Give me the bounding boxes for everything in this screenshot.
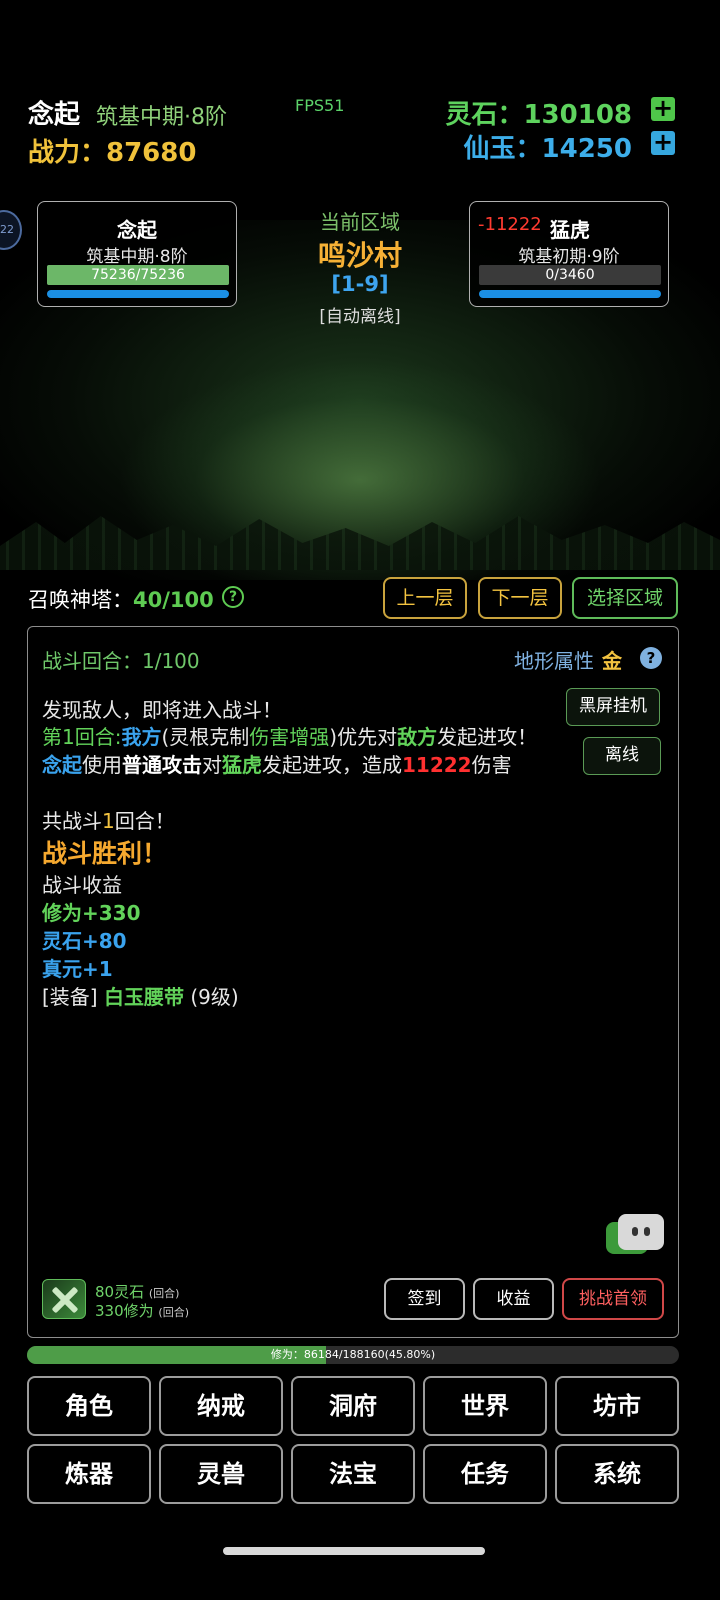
prev-floor-button[interactable]: 上一层	[383, 577, 467, 619]
log-reward-cultivation: 修为+330	[42, 901, 141, 925]
log-line-round-1: 第1回合:我方(灵根克制伤害增强)优先对敌方发起进攻！	[42, 721, 537, 750]
log-line-total-rounds: 共战斗1回合！	[42, 805, 175, 834]
player-name: 念起	[28, 100, 81, 130]
income-cultivation-per-round: 330修为 (回合)	[95, 1300, 189, 1321]
menu-world[interactable]: 世界	[423, 1376, 547, 1436]
challenge-boss-button[interactable]: 挑战首领	[562, 1278, 664, 1320]
terrain-value: 金	[602, 649, 622, 673]
add-immortal-jade-icon[interactable]: +	[651, 130, 675, 155]
offline-button[interactable]: 离线	[583, 737, 661, 775]
log-our-side: 我方	[121, 725, 162, 749]
log-round-label: 第1回合:	[42, 725, 122, 749]
home-indicator[interactable]	[223, 1547, 485, 1555]
menu-crafting[interactable]: 炼器	[27, 1444, 151, 1504]
scene-grass	[0, 516, 720, 570]
enemy-card-realm: 筑基初期·9阶	[518, 247, 620, 267]
income-sword-icon	[42, 1279, 86, 1319]
log-equip-level: (9级)	[190, 985, 239, 1009]
log-rewards-label: 战斗收益	[42, 873, 122, 897]
log-text: 使用	[82, 753, 122, 777]
log-text: 回合！	[114, 809, 175, 833]
summon-tower-title: 召唤神塔：	[28, 588, 133, 612]
log-equip-name: 白玉腰带	[103, 985, 184, 1009]
income-unit: (回合)	[148, 1287, 180, 1300]
immortal-jade-counter: 仙玉：14250	[463, 134, 632, 164]
enemy-card: -11222 猛虎 筑基初期·9阶 0/3460	[469, 201, 669, 307]
enemy-mp-bar	[479, 290, 661, 298]
terrain-help-icon[interactable]: ?	[640, 647, 662, 669]
log-reward-true-essence: 真元+1	[42, 957, 113, 981]
log-round-count: 1	[102, 809, 115, 833]
tower-help-icon[interactable]: ?	[222, 586, 244, 608]
earnings-button[interactable]: 收益	[473, 1278, 554, 1320]
log-reward-equipment: [装备] 白玉腰带 (9级)	[42, 981, 239, 1010]
enemy-card-name: 猛虎	[550, 218, 590, 242]
cultivation-progress-text: 修为：86184/188160(45.80%)	[270, 1348, 436, 1361]
log-text: 共战斗	[42, 809, 102, 833]
select-area-button[interactable]: 选择区域	[572, 577, 678, 619]
menu-magic-treasure[interactable]: 法宝	[291, 1444, 415, 1504]
menu-cave-dwelling[interactable]: 洞府	[291, 1376, 415, 1436]
menu-market[interactable]: 坊市	[555, 1376, 679, 1436]
log-line-attack: 念起使用普通攻击对猛虎发起进攻，造成11222伤害	[42, 749, 512, 778]
fps-counter: FPS51	[295, 96, 345, 115]
player-realm: 筑基中期·8阶	[96, 105, 227, 130]
add-spirit-stone-icon[interactable]: +	[651, 96, 675, 121]
cultivation-progress-bar: 修为：86184/188160(45.80%)	[27, 1346, 679, 1364]
terrain-label: 地形属性	[514, 649, 594, 673]
log-line-encounter: 发现敌人，即将进入战斗！	[42, 698, 282, 722]
chat-bubble-front	[618, 1214, 664, 1250]
income-stone-per-round: 80灵石 (回合)	[95, 1281, 179, 1302]
log-target: 猛虎	[222, 753, 262, 777]
terrain-attribute: 地形属性金	[514, 645, 622, 674]
menu-spirit-beast[interactable]: 灵兽	[159, 1444, 283, 1504]
menu-system[interactable]: 系统	[555, 1444, 679, 1504]
income-stone-value: 80灵石	[95, 1283, 145, 1301]
log-victory: 战斗胜利！	[42, 839, 168, 868]
black-screen-idle-button[interactable]: 黑屏挂机	[566, 688, 660, 726]
income-unit: (回合)	[158, 1306, 190, 1319]
log-skill: 普通攻击	[122, 753, 202, 777]
summon-tower-label: 召唤神塔：40/100	[28, 584, 214, 614]
log-text: 发起进攻！	[437, 725, 538, 749]
log-enemy-side: 敌方	[397, 725, 438, 749]
next-floor-button[interactable]: 下一层	[478, 577, 562, 619]
log-text: 伤害	[471, 753, 512, 777]
menu-storage-ring[interactable]: 纳戒	[159, 1376, 283, 1436]
log-attacker: 念起	[42, 753, 82, 777]
checkin-button[interactable]: 签到	[384, 1278, 465, 1320]
spirit-stone-counter: 灵石：130108	[445, 100, 632, 130]
log-text: 对	[202, 753, 222, 777]
menu-character[interactable]: 角色	[27, 1376, 151, 1436]
combat-power: 战力：87680	[28, 138, 197, 168]
menu-quests[interactable]: 任务	[423, 1444, 547, 1504]
log-text: )优先对	[329, 725, 398, 749]
chat-icon[interactable]	[606, 1212, 664, 1258]
enemy-hp-bar: 0/3460	[479, 265, 661, 285]
battle-round-counter: 战斗回合：1/100	[42, 649, 200, 673]
income-cultivation-value: 330修为	[95, 1302, 154, 1320]
log-damage-boost: 伤害增强	[249, 725, 330, 749]
summon-tower-value: 40/100	[133, 588, 214, 612]
log-damage-value: 11222	[402, 753, 472, 777]
log-reward-stone: 灵石+80	[42, 929, 127, 953]
log-equip-tag: [装备]	[42, 985, 98, 1009]
log-text: (灵根克制	[161, 725, 250, 749]
enemy-hp-text: 0/3460	[545, 267, 595, 283]
log-text: 发起进攻，造成	[262, 753, 402, 777]
